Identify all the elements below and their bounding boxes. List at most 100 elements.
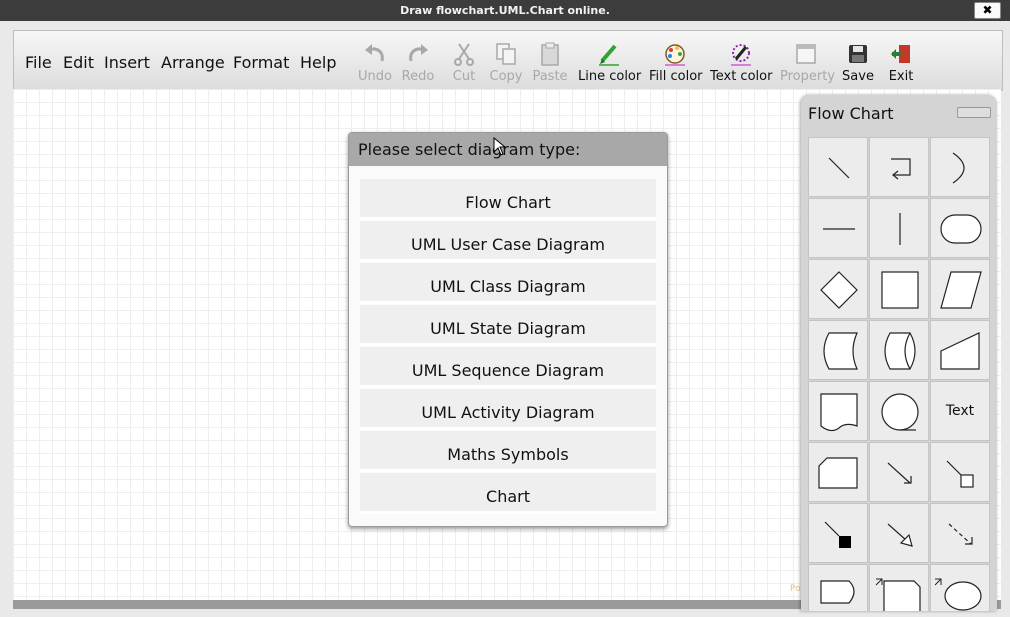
rounded-rectangle-icon: [940, 214, 982, 244]
redo-label: Redo: [401, 69, 435, 84]
faint-canvas-text: Po: [790, 584, 801, 594]
save-button[interactable]: Save: [842, 41, 874, 89]
undo-button[interactable]: Undo: [358, 41, 392, 89]
shape-document[interactable]: [808, 381, 868, 441]
text-color-label: Text color: [710, 69, 773, 84]
option-maths-symbols[interactable]: Maths Symbols: [360, 431, 656, 472]
option-uml-use-case[interactable]: UML User Case Diagram: [360, 221, 656, 262]
stored-data-icon: [823, 332, 858, 370]
shape-line-to-filled-box[interactable]: [808, 503, 868, 563]
copy-label: Copy: [489, 69, 523, 84]
window-title: Draw flowchart.UML.Chart online.: [400, 4, 610, 17]
shape-text-label: Text: [945, 403, 975, 419]
shape-elbow-connector[interactable]: [869, 137, 929, 197]
undo-label: Undo: [358, 69, 392, 84]
menu-insert[interactable]: Insert: [104, 53, 150, 72]
menu-help[interactable]: Help: [300, 53, 336, 72]
shape-direct-access-storage[interactable]: [869, 320, 929, 380]
diagonal-line-icon: [828, 157, 850, 179]
menu-arrange[interactable]: Arrange: [161, 53, 225, 72]
exit-button[interactable]: Exit: [886, 41, 916, 89]
off-page-connector-icon: [820, 580, 855, 604]
close-button[interactable]: ✖: [974, 2, 1001, 19]
shape-dashed-arrow[interactable]: [930, 503, 990, 563]
option-uml-state[interactable]: UML State Diagram: [360, 305, 656, 346]
shape-manual-input[interactable]: [930, 320, 990, 380]
shape-hollow-arrow[interactable]: [869, 503, 929, 563]
exit-door-icon: [891, 45, 910, 63]
scissors-icon: [454, 43, 474, 66]
property-label: Property: [780, 69, 836, 84]
option-uml-sequence[interactable]: UML Sequence Diagram: [360, 347, 656, 388]
option-flow-chart[interactable]: Flow Chart: [360, 179, 656, 220]
paste-label: Paste: [532, 69, 568, 84]
shape-vertical-line[interactable]: [869, 198, 929, 258]
hollow-arrow-icon: [887, 523, 913, 547]
dialog-title: Please select diagram type:: [349, 133, 667, 166]
shape-horizontal-line[interactable]: [808, 198, 868, 258]
diagram-type-dialog: Please select diagram type: Flow Chart U…: [348, 132, 668, 527]
mouse-cursor-icon: [493, 137, 507, 156]
floppy-disk-icon: [849, 45, 867, 63]
shape-stored-data[interactable]: [808, 320, 868, 380]
redo-button[interactable]: Redo: [401, 41, 435, 89]
shape-line-to-box[interactable]: [930, 442, 990, 502]
horizontal-line-icon: [823, 228, 855, 230]
dashed-arrow-icon: [948, 523, 973, 545]
shape-text[interactable]: Text: [930, 381, 990, 441]
palette-icon: [665, 44, 685, 66]
copy-icon: [496, 43, 516, 65]
option-chart[interactable]: Chart: [360, 473, 656, 514]
cut-button[interactable]: Cut: [451, 41, 477, 89]
menu-file[interactable]: File: [25, 53, 52, 72]
property-button[interactable]: Property: [780, 41, 836, 89]
menu-format[interactable]: Format: [233, 53, 289, 72]
option-uml-activity[interactable]: UML Activity Diagram: [360, 389, 656, 430]
shape-diagonal-line[interactable]: [808, 137, 868, 197]
shape-arc[interactable]: [930, 137, 990, 197]
cut-label: Cut: [452, 69, 476, 84]
panel-minimize-button[interactable]: [957, 107, 991, 118]
line-color-label: Line color: [578, 69, 642, 84]
pencil-icon: [599, 44, 619, 66]
shape-terminator[interactable]: [930, 198, 990, 258]
shape-card[interactable]: [808, 442, 868, 502]
save-label: Save: [842, 69, 874, 84]
cylinder-icon: [884, 332, 916, 370]
card-icon: [818, 457, 858, 489]
panel-title: Flow Chart: [808, 104, 894, 123]
redo-icon: [409, 44, 428, 62]
fill-color-button[interactable]: Fill color: [649, 41, 703, 89]
line-to-filled-box-icon: [824, 521, 851, 548]
shape-decision[interactable]: [808, 259, 868, 319]
shape-panel: Flow Chart Text: [801, 95, 997, 611]
line-color-button[interactable]: Line color: [578, 41, 642, 89]
option-uml-class[interactable]: UML Class Diagram: [360, 263, 656, 304]
manual-input-icon: [940, 332, 980, 370]
shape-connector[interactable]: [869, 381, 929, 441]
toolbar: File Edit Insert Arrange Format Help Und…: [13, 30, 1003, 91]
vertical-line-icon: [899, 213, 901, 245]
undo-icon: [365, 44, 384, 62]
note-icon: [875, 578, 921, 611]
elbow-connector-icon: [891, 158, 911, 180]
square-icon: [881, 271, 919, 309]
menu-edit[interactable]: Edit: [63, 53, 94, 72]
document-icon: [820, 393, 858, 432]
shape-off-page-connector[interactable]: [808, 564, 868, 611]
exit-label: Exit: [888, 69, 914, 84]
shape-arrow[interactable]: [869, 442, 929, 502]
clipboard-icon: [541, 42, 559, 66]
shape-note[interactable]: [869, 564, 929, 611]
arc-icon: [952, 152, 965, 184]
shape-note-ellipse[interactable]: [930, 564, 990, 611]
text-color-icon: [731, 44, 751, 66]
paste-button[interactable]: Paste: [531, 41, 569, 89]
shape-process[interactable]: [869, 259, 929, 319]
text-color-button[interactable]: Text color: [710, 41, 772, 89]
window-titlebar: Draw flowchart.UML.Chart online. ✖: [0, 0, 1010, 21]
shape-data[interactable]: [930, 259, 990, 319]
copy-button[interactable]: Copy: [489, 41, 523, 89]
fill-color-label: Fill color: [649, 69, 703, 84]
parallelogram-icon: [940, 271, 982, 309]
